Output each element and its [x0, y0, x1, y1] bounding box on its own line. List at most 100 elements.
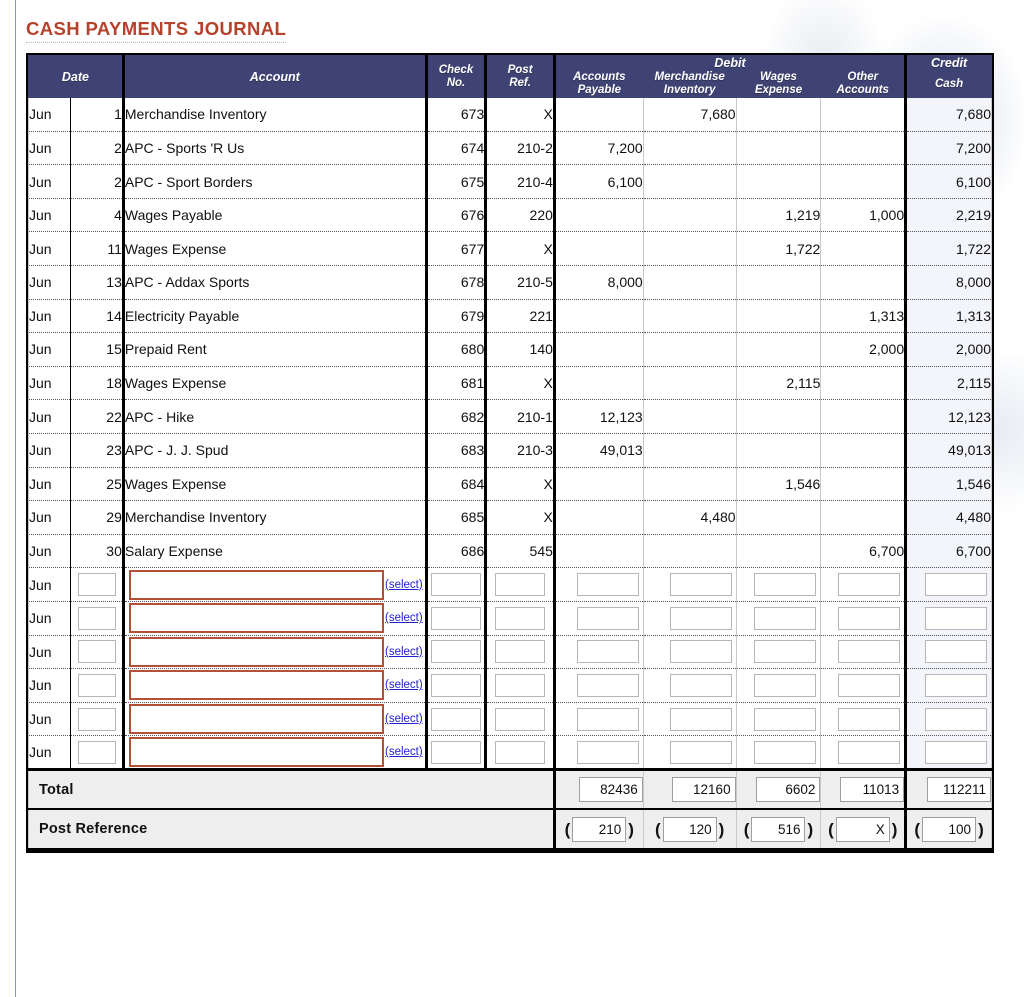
entry-row-post-ref-input[interactable]: [495, 740, 546, 764]
entry-row-merchandise-inventory-input[interactable]: [669, 573, 732, 597]
row-month: Jun: [27, 97, 72, 132]
row-merchandise-inventory: [642, 466, 737, 502]
entry-row-day-input[interactable]: [77, 707, 116, 731]
entry-row-account-input[interactable]: [128, 737, 384, 768]
entry-row-merchandise-inventory-input[interactable]: [669, 673, 732, 697]
entry-row-wages-expense-input[interactable]: [754, 740, 817, 764]
entry-row-merchandise-inventory-input[interactable]: [669, 740, 732, 764]
entry-row-check-no-input[interactable]: [430, 740, 481, 764]
entry-row-post-ref-input[interactable]: [495, 673, 546, 697]
entry-row-cash-input[interactable]: [925, 606, 987, 630]
row-other-accounts: [820, 466, 908, 502]
row-cash: 2,219: [905, 197, 992, 233]
entry-row-account-input[interactable]: [128, 569, 384, 600]
entry-row-merchandise-inventory-input[interactable]: [669, 640, 732, 664]
entry-row-cash-input[interactable]: [925, 740, 987, 764]
entry-row-day-input[interactable]: [77, 740, 116, 764]
account-select-link[interactable]: (select): [384, 646, 423, 658]
entry-row-post-ref-input[interactable]: [495, 606, 546, 630]
entry-row-other-accounts-input[interactable]: [838, 707, 901, 731]
table-row: Jun 1 Merchandise Inventory 673 X 7,680 7,680: [27, 97, 992, 132]
entry-row-post-ref-input[interactable]: [495, 640, 546, 664]
account-select-link[interactable]: (select): [384, 612, 423, 624]
entry-row-accounts-payable-input[interactable]: [576, 740, 639, 764]
entry-row-check-no-input[interactable]: [430, 673, 481, 697]
entry-row-account-input[interactable]: [128, 704, 384, 734]
account-select-link[interactable]: (select): [384, 713, 423, 725]
entry-row-cash-input[interactable]: [925, 640, 987, 664]
total-wages-expense-input[interactable]: 6602: [756, 777, 821, 803]
entry-row-other-accounts-input[interactable]: [838, 673, 901, 697]
total-merchandise-inventory-input[interactable]: 12160: [671, 777, 736, 803]
entry-row-day-input[interactable]: [77, 606, 116, 630]
entry-row-other-accounts-input[interactable]: [838, 740, 901, 764]
entry-row-check-no-input[interactable]: [430, 640, 481, 664]
entry-row-merchandise-inventory-cell: [642, 567, 737, 602]
entry-row-cash-input[interactable]: [925, 707, 987, 731]
entry-row-account-input[interactable]: [128, 603, 384, 634]
entry-row-wages-expense-cell: [735, 634, 822, 670]
account-select-link[interactable]: (select): [384, 579, 423, 591]
total-cash-input[interactable]: 112211: [927, 777, 991, 803]
entry-row-other-accounts-input[interactable]: [838, 573, 901, 597]
table-row: Jun 2 APC - Sports 'R Us 674 210-2 7,200 7,200: [27, 130, 992, 166]
entry-row-post-ref-input[interactable]: [495, 707, 546, 731]
entry-row-wages-expense-input[interactable]: [754, 640, 817, 664]
entry-row-merchandise-inventory-input[interactable]: [669, 707, 732, 731]
entry-row-wages-expense-input[interactable]: [754, 707, 817, 731]
table-body-posted-rows: Jun 1 Merchandise Inventory 673 X 7,680 7,680 J…: [27, 97, 992, 569]
total-other-accounts-input[interactable]: 11013: [840, 777, 905, 803]
entry-row-account-input[interactable]: [128, 670, 384, 701]
post-ref-accounts-payable-input[interactable]: 210: [572, 816, 627, 842]
entry-row-accounts-payable-input[interactable]: [576, 707, 639, 731]
row-day: 2: [70, 164, 125, 199]
entry-row-post-ref-input[interactable]: [495, 573, 546, 597]
entry-row-merchandise-inventory-cell: [642, 634, 737, 670]
entry-row-cash-input[interactable]: [925, 573, 987, 597]
entry-row-wages-expense-input[interactable]: [754, 573, 817, 597]
entry-row-day-input[interactable]: [77, 573, 116, 597]
entry-row-other-accounts-cell: [820, 701, 908, 737]
row-other-accounts: [820, 97, 908, 132]
post-ref-other-accounts-input[interactable]: X: [835, 816, 890, 842]
total-other-accounts-cell: 11013: [820, 767, 908, 810]
account-select-link[interactable]: (select): [384, 679, 423, 691]
row-wages-expense: [735, 130, 822, 166]
col-header-check-no: Check No.: [425, 55, 488, 99]
entry-row-other-accounts-input[interactable]: [838, 606, 901, 630]
entry-row-check-no-input[interactable]: [430, 573, 481, 597]
col-header-date: Date: [28, 55, 124, 99]
row-accounts-payable: [553, 365, 644, 401]
table-row: Jun 22 APC - Hike 682 210-1 12,123 12,123: [27, 399, 992, 434]
post-ref-cash-input[interactable]: 100: [922, 816, 977, 842]
row-check-no: 680: [425, 332, 488, 367]
row-month: Jun: [27, 533, 72, 569]
row-accounts-payable: 6,100: [553, 164, 644, 199]
entry-row-merchandise-inventory-input[interactable]: [669, 606, 732, 630]
post-ref-merchandise-inventory-cell: ( 120 ): [642, 808, 737, 851]
entry-row-day-input[interactable]: [77, 640, 116, 664]
row-accounts-payable: [553, 197, 644, 233]
entry-row-wages-expense-input[interactable]: [754, 606, 817, 630]
row-cash: 7,200: [905, 130, 992, 166]
entry-row-accounts-payable-input[interactable]: [576, 573, 639, 597]
entry-row-cash-input[interactable]: [925, 673, 987, 697]
row-day: 2: [70, 130, 125, 166]
entry-row-check-no-input[interactable]: [430, 606, 481, 630]
table-row: Jun 18 Wages Expense 681 X 2,115 2,115: [27, 365, 992, 401]
entry-row-check-no-input[interactable]: [430, 707, 481, 731]
entry-row-accounts-payable-input[interactable]: [576, 673, 639, 697]
entry-row-wages-expense-input[interactable]: [754, 673, 817, 697]
entry-row-accounts-payable-input[interactable]: [576, 640, 639, 664]
row-day: 30: [70, 533, 125, 569]
entry-row-day-input[interactable]: [77, 673, 116, 697]
entry-row-other-accounts-input[interactable]: [838, 640, 901, 664]
post-ref-merchandise-inventory-input[interactable]: 120: [662, 816, 717, 842]
account-select-link[interactable]: (select): [384, 746, 423, 758]
total-accounts-payable-input[interactable]: 82436: [578, 777, 643, 803]
entry-row-accounts-payable-input[interactable]: [576, 606, 639, 630]
entry-row-other-accounts-cell: [820, 668, 908, 703]
entry-row-account-input[interactable]: [128, 636, 384, 667]
col-header-merchandise-inventory-line1: Merchandise: [654, 71, 725, 84]
post-ref-wages-expense-input[interactable]: 516: [751, 816, 806, 842]
